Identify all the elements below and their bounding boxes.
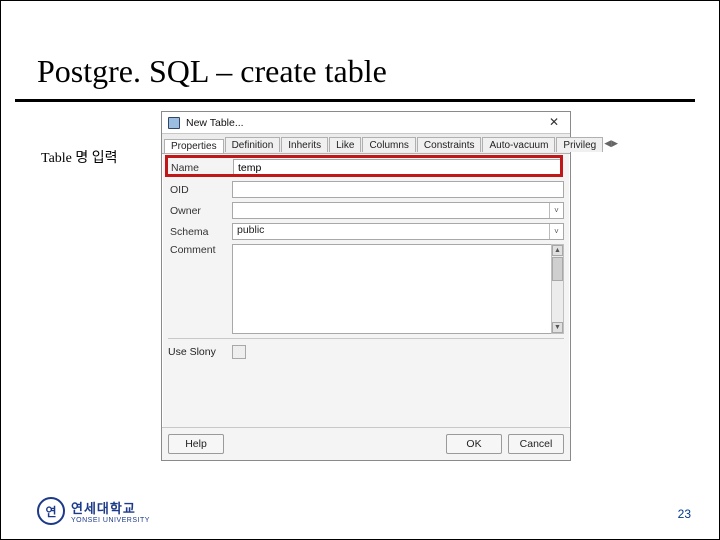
dialog-footer: Help OK Cancel	[162, 427, 570, 460]
logo-text-en: YONSEI UNIVERSITY	[71, 517, 150, 524]
help-button[interactable]: Help	[168, 434, 224, 454]
name-label: Name	[169, 162, 233, 174]
tab-inherits[interactable]: Inherits	[281, 137, 328, 152]
slide-title: Postgre. SQL – create table	[37, 53, 387, 90]
table-icon	[168, 117, 180, 129]
scroll-up-icon[interactable]: ▲	[552, 245, 563, 256]
dialog-tabs: Properties Definition Inherits Like Colu…	[162, 134, 570, 154]
chevron-down-icon: ˅	[549, 203, 563, 218]
schema-value: public	[237, 224, 264, 236]
slide: Postgre. SQL – create table Table 명 입력 N…	[0, 0, 720, 540]
ok-button[interactable]: OK	[446, 434, 502, 454]
chevron-down-icon: ˅	[549, 224, 563, 239]
comment-textarea[interactable]: ▲ ▼	[232, 244, 564, 334]
oid-label: OID	[168, 184, 232, 196]
owner-select[interactable]: ˅	[232, 202, 564, 219]
title-rule	[15, 99, 695, 102]
tab-nav-right-icon[interactable]: ▶	[611, 138, 618, 149]
use-slony-label: Use Slony	[168, 346, 232, 358]
tab-like[interactable]: Like	[329, 137, 361, 152]
comment-label: Comment	[168, 244, 232, 256]
tab-definition[interactable]: Definition	[225, 137, 281, 152]
schema-select[interactable]: public ˅	[232, 223, 564, 240]
scroll-down-icon[interactable]: ▼	[552, 322, 563, 333]
divider	[168, 338, 564, 339]
dialog-body: Name OID Owner ˅ Schema	[162, 154, 570, 363]
tab-privileges[interactable]: Privileg	[556, 137, 603, 152]
tab-properties[interactable]: Properties	[164, 139, 224, 153]
tab-constraints[interactable]: Constraints	[417, 137, 482, 152]
logo-text-kr: 연세대학교	[71, 498, 150, 517]
table-name-note: Table 명 입력	[41, 147, 118, 167]
close-icon[interactable]: ✕	[544, 115, 564, 131]
university-logo: 연 연세대학교 YONSEI UNIVERSITY	[37, 497, 150, 525]
tab-columns[interactable]: Columns	[362, 137, 415, 152]
new-table-dialog: New Table... ✕ Properties Definition Inh…	[161, 111, 571, 461]
shield-icon: 연	[37, 497, 65, 525]
tab-auto-vacuum[interactable]: Auto-vacuum	[482, 137, 555, 152]
scrollbar[interactable]: ▲ ▼	[551, 244, 564, 334]
scroll-thumb[interactable]	[552, 257, 563, 281]
use-slony-box	[232, 345, 246, 359]
owner-label: Owner	[168, 205, 232, 217]
cancel-button[interactable]: Cancel	[508, 434, 564, 454]
page-number: 23	[678, 507, 691, 521]
tab-nav-left-icon[interactable]: ◀	[604, 138, 611, 149]
schema-label: Schema	[168, 226, 232, 238]
oid-input[interactable]	[232, 181, 564, 198]
dialog-title: New Table...	[186, 117, 544, 129]
name-input[interactable]	[233, 159, 563, 176]
dialog-titlebar: New Table... ✕	[162, 112, 570, 134]
